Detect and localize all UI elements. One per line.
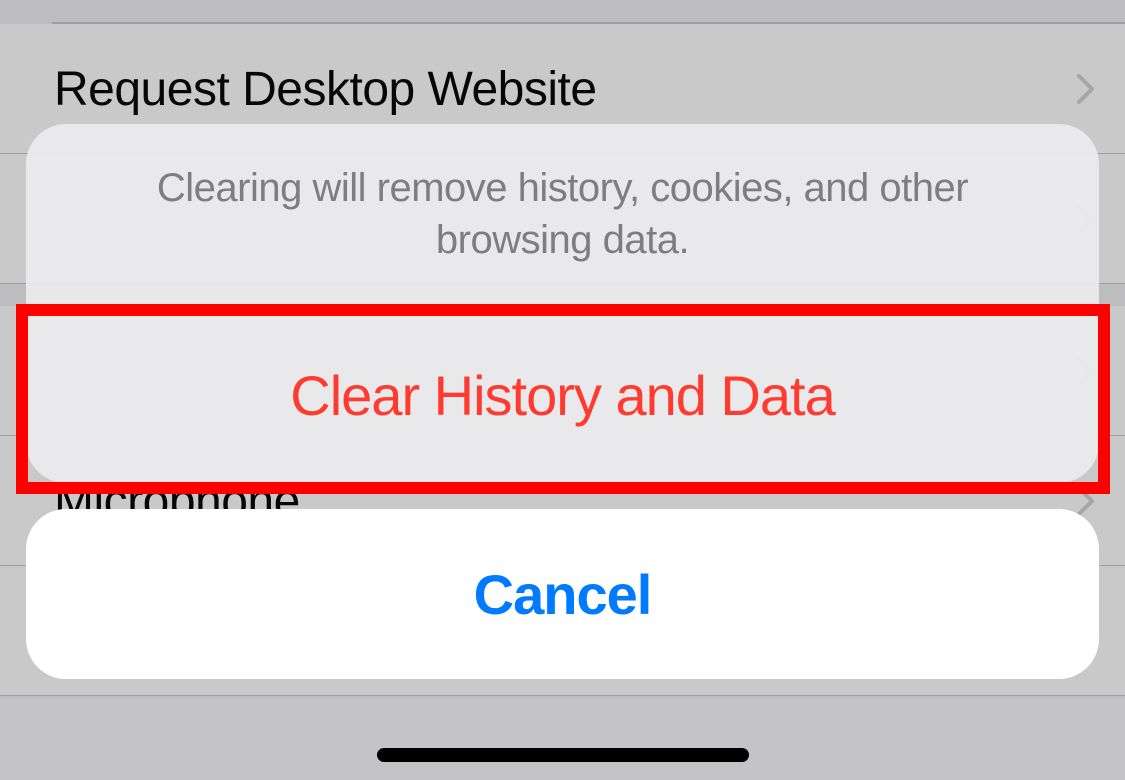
action-sheet-cancel-group: Cancel <box>26 509 1099 679</box>
bottom-bar <box>0 698 1125 780</box>
action-sheet-group: Clearing will remove history, cookies, a… <box>26 124 1099 483</box>
cancel-button[interactable]: Cancel <box>26 509 1099 679</box>
action-sheet: Clearing will remove history, cookies, a… <box>26 124 1099 679</box>
clear-history-button[interactable]: Clear History and Data <box>26 307 1099 483</box>
home-indicator[interactable] <box>377 748 749 762</box>
action-sheet-message: Clearing will remove history, cookies, a… <box>26 124 1099 307</box>
